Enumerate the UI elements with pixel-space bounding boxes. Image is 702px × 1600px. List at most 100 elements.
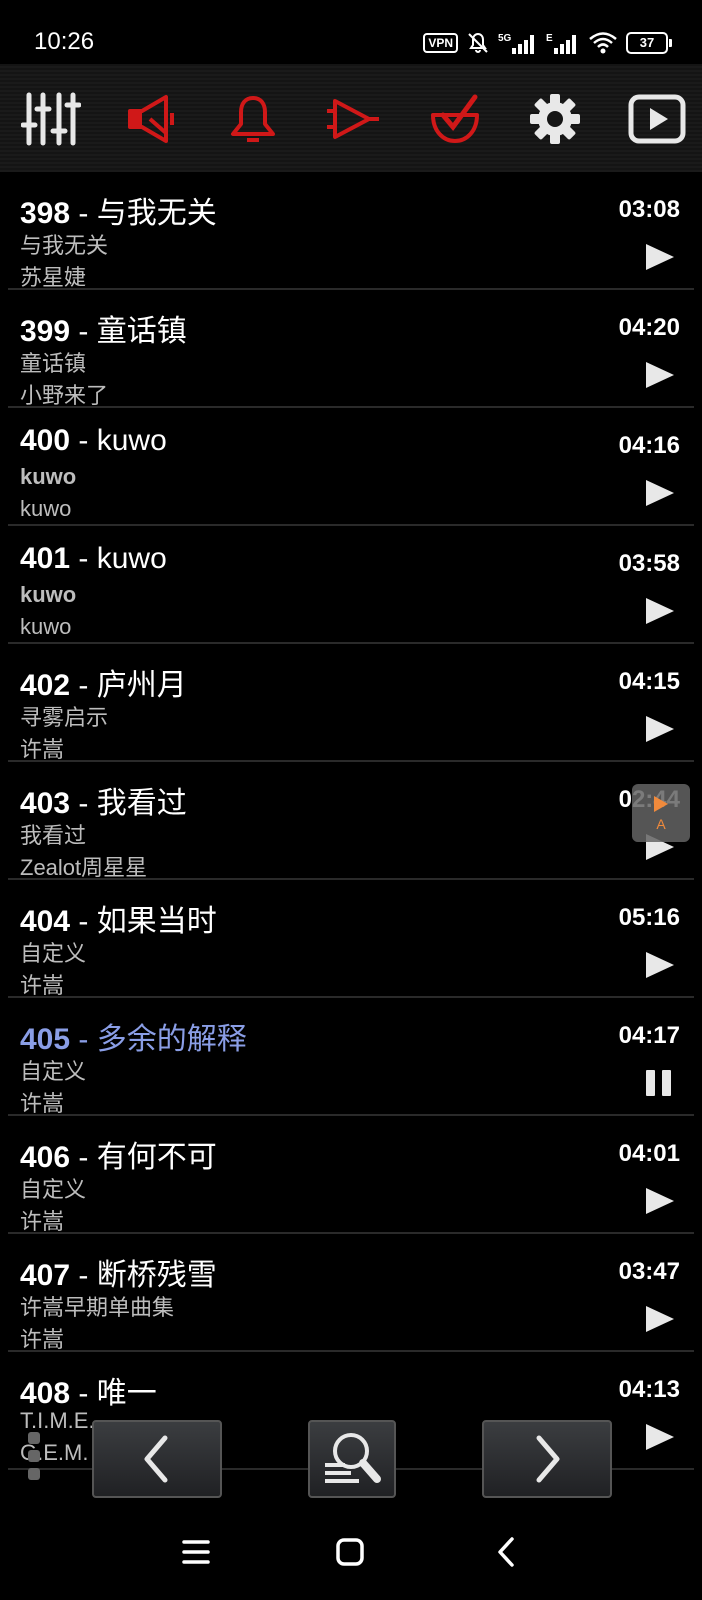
bubble-label: A (656, 816, 666, 832)
track-row[interactable]: 398 - 与我无关 与我无关 苏星婕 03:08 (8, 172, 694, 290)
track-name: 多余的解释 (96, 1023, 247, 1056)
e-signal-icon: E (546, 33, 576, 54)
track-row[interactable]: 407 - 断桥残雪 许嵩早期单曲集 许嵩 03:47 (8, 1234, 694, 1352)
track-title: 401 - kuwo (20, 542, 167, 576)
track-separator: - (70, 905, 97, 938)
vpn-badge: VPN (423, 33, 458, 53)
track-name: 我看过 (96, 787, 187, 820)
track-separator: - (70, 787, 97, 820)
track-artist: 苏星婕 (20, 265, 87, 290)
track-separator: - (70, 1259, 97, 1292)
chevron-left-icon (144, 1435, 168, 1483)
track-row[interactable]: 400 - kuwo kuwo kuwo 04:16 (8, 408, 694, 526)
play-icon[interactable] (642, 1186, 676, 1216)
play-screen-icon (628, 94, 686, 144)
gear-icon (530, 94, 580, 144)
track-row[interactable]: 404 - 如果当时 自定义 许嵩 05:16 (8, 880, 694, 998)
track-album: 自定义 (20, 941, 87, 966)
battery-level: 37 (626, 32, 668, 54)
track-title: 403 - 我看过 (20, 778, 187, 822)
track-number: 398 (20, 197, 71, 230)
track-row[interactable]: 403 - 我看过 我看过 Zealot周星星 02:44 (8, 762, 694, 880)
track-album: T.I.M.E. (20, 1408, 95, 1433)
track-title: 402 - 庐州月 (20, 660, 187, 704)
search-button[interactable] (308, 1420, 396, 1498)
play-screen-button[interactable] (624, 86, 690, 152)
track-separator: - (70, 542, 97, 575)
menu-button[interactable] (176, 1532, 216, 1572)
play-icon[interactable] (642, 1304, 676, 1334)
back-icon (498, 1537, 514, 1567)
home-button[interactable] (330, 1532, 370, 1572)
track-separator: - (70, 1141, 97, 1174)
track-list: 398 - 与我无关 与我无关 苏星婕 03:08 399 - 童话镇 童话镇 … (0, 172, 702, 1470)
track-name: kuwo (96, 424, 167, 457)
track-duration: 04:17 (618, 1022, 680, 1049)
track-separator: - (70, 669, 97, 702)
bell-button[interactable] (220, 86, 286, 152)
settings-button[interactable] (522, 86, 588, 152)
play-icon[interactable] (642, 1422, 676, 1452)
more-options-handle[interactable] (28, 1432, 42, 1486)
track-duration: 04:20 (618, 314, 680, 341)
track-artist: kuwo (20, 496, 72, 521)
track-title: 399 - 童话镇 (20, 306, 187, 350)
play-icon[interactable] (642, 478, 676, 508)
top-toolbar (0, 64, 702, 172)
pause-icon[interactable] (642, 1068, 676, 1098)
play-icon[interactable] (642, 242, 676, 272)
wifi-icon (589, 32, 617, 54)
track-name: 童话镇 (96, 315, 187, 348)
track-artist: 小野来了 (20, 383, 109, 408)
play-icon[interactable] (642, 360, 676, 390)
track-album: 自定义 (20, 1177, 87, 1202)
track-row[interactable]: 402 - 庐州月 寻雾启示 许嵩 04:15 (8, 644, 694, 762)
bell-icon (231, 96, 275, 142)
track-album: 与我无关 (20, 233, 109, 258)
track-duration: 03:47 (618, 1258, 680, 1285)
play-icon[interactable] (642, 714, 676, 744)
track-name: 与我无关 (96, 197, 217, 230)
track-duration: 05:16 (618, 904, 680, 931)
speaker-icon (128, 95, 174, 143)
svg-text:E: E (546, 33, 553, 44)
forward-icon (327, 99, 379, 139)
track-separator: - (70, 197, 97, 230)
track-name: 庐州月 (96, 669, 187, 702)
play-icon[interactable] (642, 950, 676, 980)
status-time: 10:26 (34, 28, 95, 55)
back-button[interactable] (486, 1532, 526, 1572)
track-title: 408 - 唯一 (20, 1368, 157, 1412)
track-row[interactable]: 405 - 多余的解释 自定义 许嵩 04:17 (8, 998, 694, 1116)
track-separator: - (70, 315, 97, 348)
forward-button[interactable] (320, 86, 386, 152)
5g-signal-icon: 5G (498, 33, 534, 54)
track-artist: 许嵩 (20, 973, 65, 998)
speaker-button[interactable] (120, 86, 186, 152)
track-row[interactable]: 401 - kuwo kuwo kuwo 03:58 (8, 526, 694, 644)
track-name: 如果当时 (96, 905, 217, 938)
track-number: 403 (20, 787, 71, 820)
track-row[interactable]: 399 - 童话镇 童话镇 小野来了 04:20 (8, 290, 694, 408)
status-icons: VPN 5G E 37 (423, 30, 672, 56)
track-row[interactable]: 406 - 有何不可 自定义 许嵩 04:01 (8, 1116, 694, 1234)
track-title: 398 - 与我无关 (20, 188, 217, 232)
track-duration: 03:08 (618, 196, 680, 223)
track-number: 402 (20, 669, 71, 702)
check-bowl-button[interactable] (422, 86, 488, 152)
floating-assist-bubble[interactable]: A (632, 784, 690, 842)
mute-icon (468, 32, 488, 53)
track-title: 404 - 如果当时 (20, 896, 217, 940)
track-number: 408 (20, 1377, 71, 1410)
track-duration: 04:16 (618, 432, 680, 459)
track-artist: 许嵩 (20, 737, 65, 762)
equalizer-button[interactable] (18, 86, 84, 152)
track-title: 400 - kuwo (20, 424, 167, 458)
equalizer-icon (21, 92, 81, 146)
track-title: 407 - 断桥残雪 (20, 1250, 217, 1294)
next-page-button[interactable] (482, 1420, 612, 1498)
play-icon[interactable] (642, 596, 676, 626)
track-duration: 04:13 (618, 1376, 680, 1403)
track-separator: - (70, 1377, 97, 1410)
previous-page-button[interactable] (92, 1420, 222, 1498)
